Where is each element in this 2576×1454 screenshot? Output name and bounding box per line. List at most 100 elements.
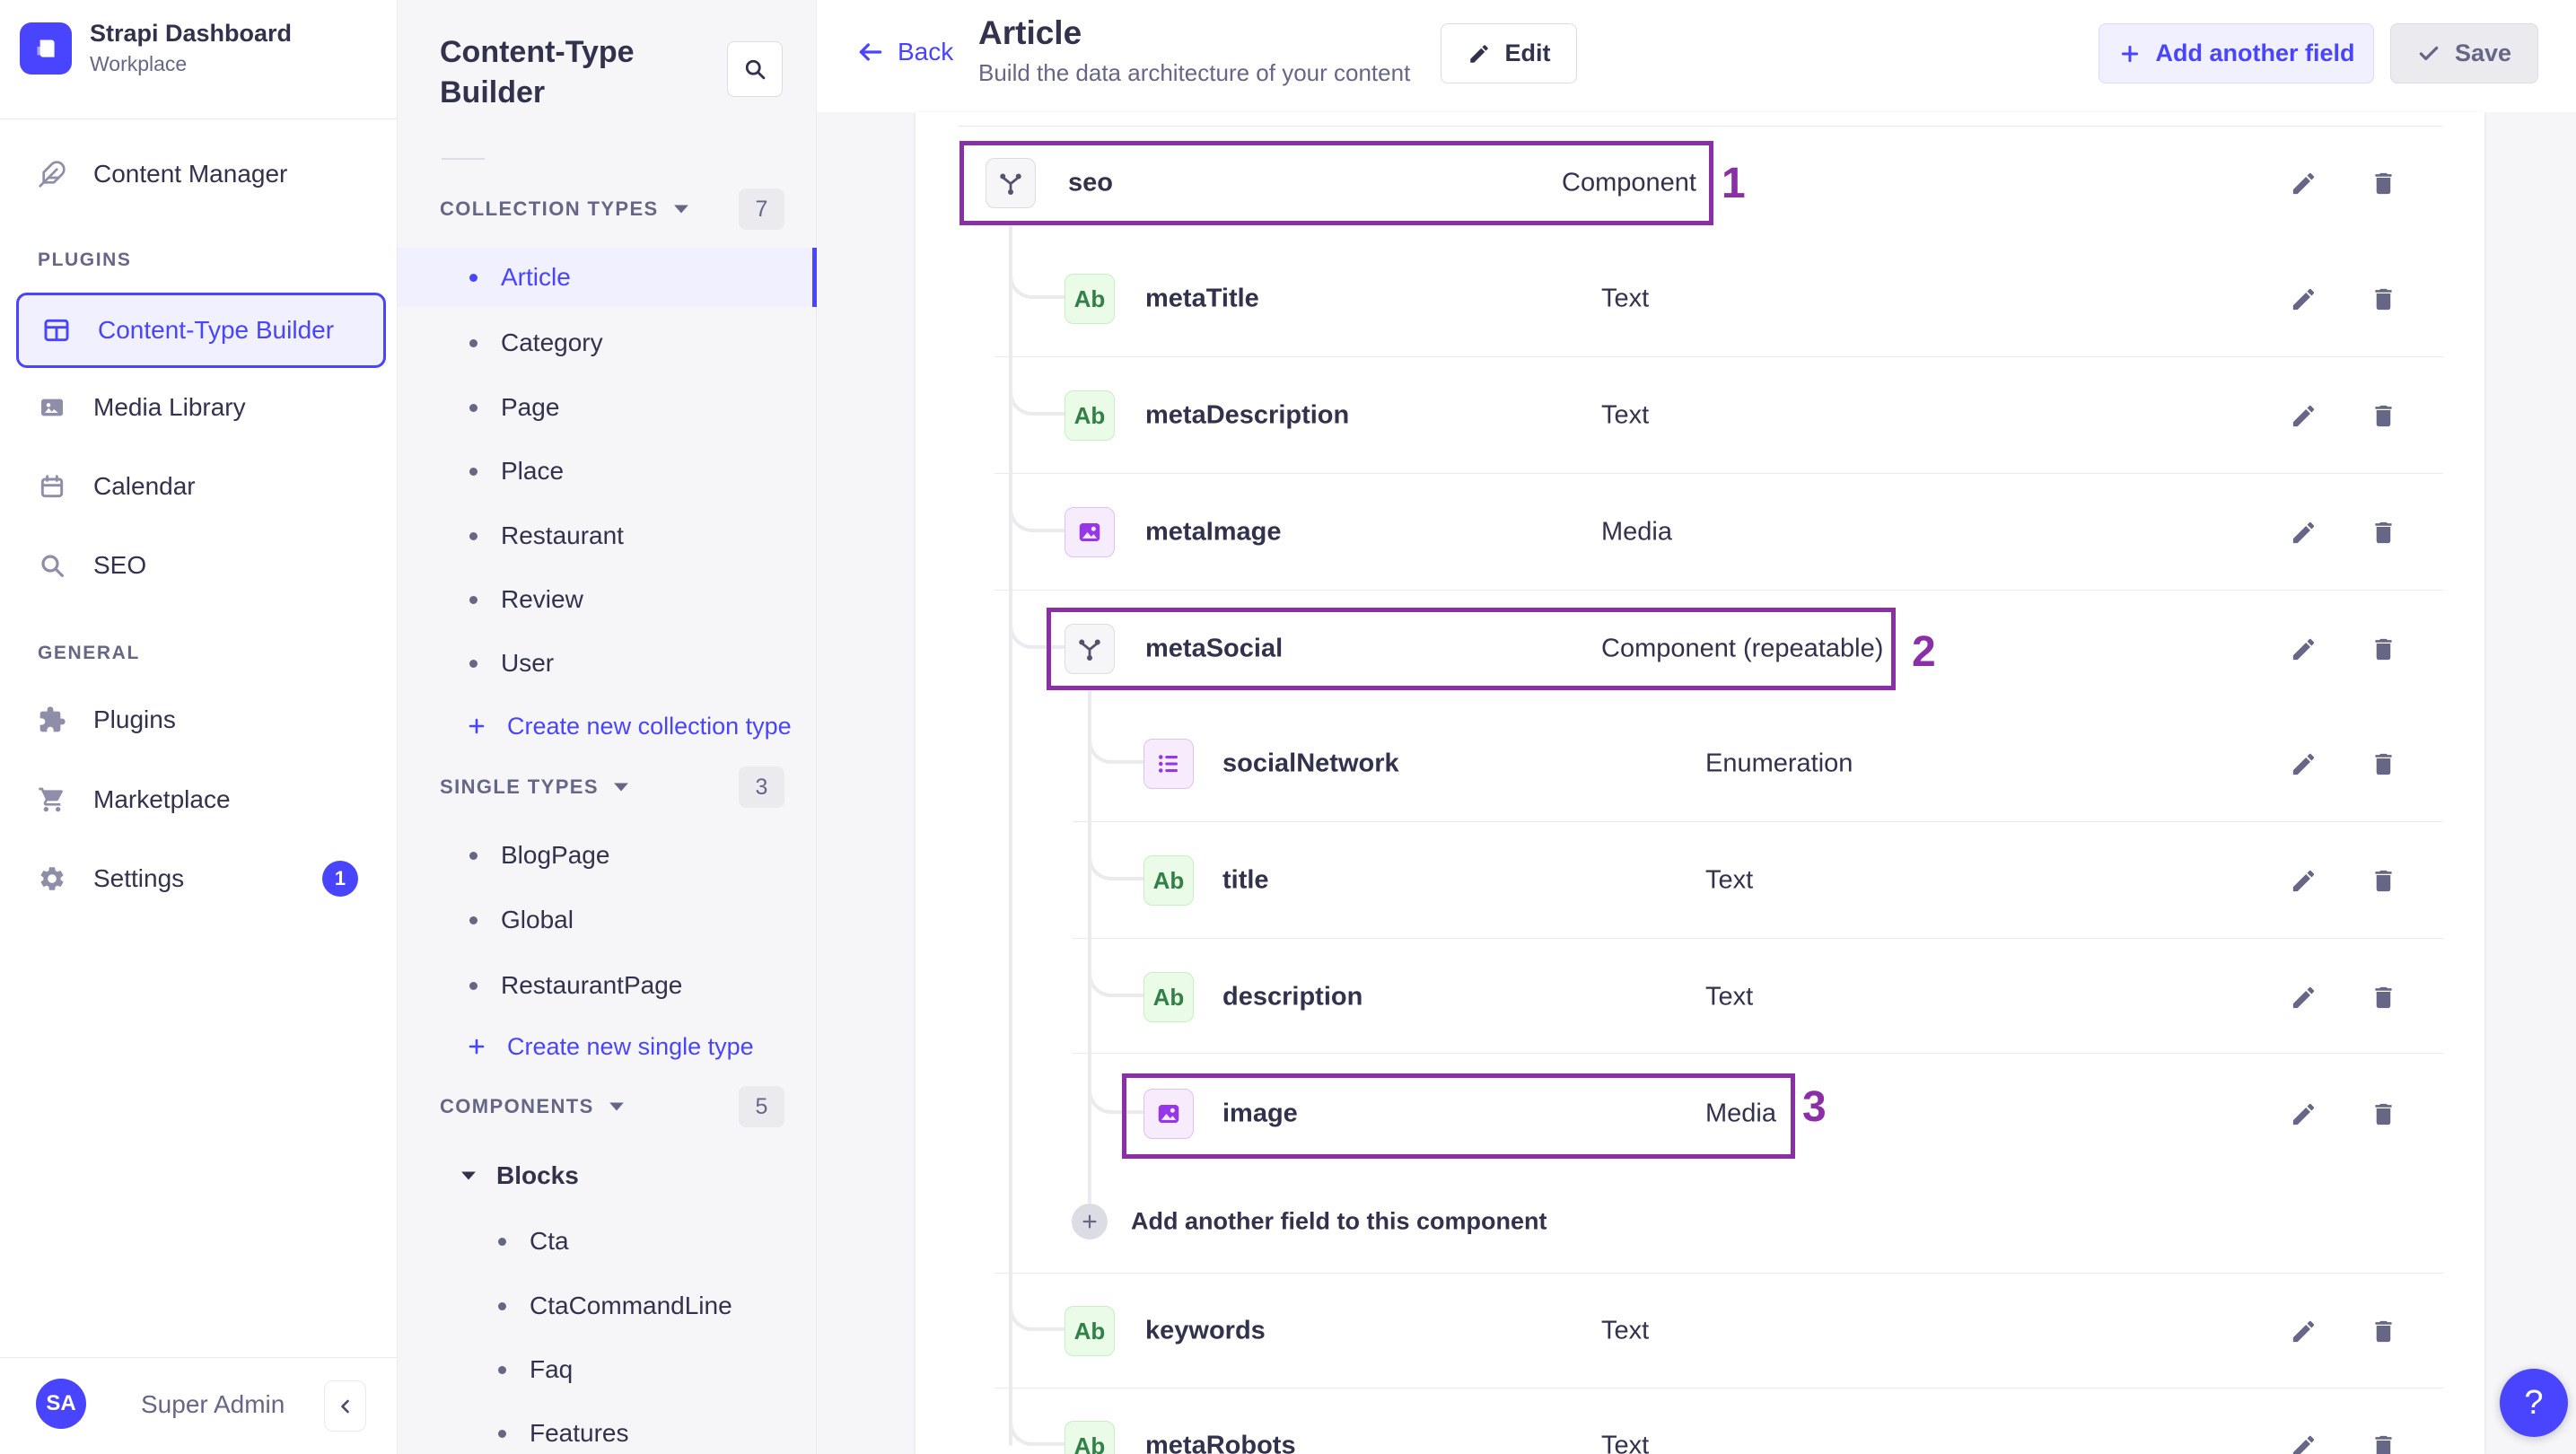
subnav-item-blogpage[interactable]: BlogPage (398, 826, 817, 885)
bullet-icon (469, 467, 478, 476)
caret-down-icon (609, 1102, 624, 1111)
bullet-icon (498, 1301, 506, 1310)
edit-field-button[interactable] (2283, 629, 2323, 669)
edit-field-button[interactable] (2283, 279, 2323, 319)
back-link[interactable]: Back (856, 38, 953, 66)
delete-field-button[interactable] (2363, 629, 2403, 669)
help-button[interactable]: ? (2500, 1369, 2568, 1437)
field-row-image: image Media (916, 1055, 2484, 1172)
field-type: Text (1601, 1431, 1650, 1454)
component-group-blocks[interactable]: Blocks (398, 1146, 817, 1205)
sidebar-item-label: Settings (93, 864, 185, 892)
field-name: image (1222, 1099, 1298, 1128)
search-button[interactable] (727, 41, 783, 97)
trash-icon (2374, 870, 2392, 891)
page-title: Article (978, 14, 1082, 51)
edit-field-button[interactable] (2283, 163, 2323, 203)
subnav-item-category[interactable]: Category (398, 313, 817, 372)
delete-field-button[interactable] (2363, 279, 2403, 319)
sidebar-item-seo[interactable]: SEO (0, 530, 398, 601)
field-row-title: Ab title Text (916, 822, 2484, 939)
subnav-item-features[interactable]: Features (398, 1404, 817, 1454)
delete-field-button[interactable] (2363, 512, 2403, 552)
edit-field-button[interactable] (2283, 396, 2323, 435)
sidebar-item-content-type-builder[interactable]: Content-Type Builder (16, 293, 386, 368)
field-row-metarobots: Ab metaRobots Text (916, 1388, 2484, 1454)
enumeration-field-icon (1143, 739, 1194, 789)
sidebar-item-content-manager[interactable]: Content Manager (0, 138, 398, 210)
puzzle-icon (39, 706, 66, 732)
caret-down-icon (461, 1171, 476, 1180)
sidebar-item-plugins[interactable]: Plugins (0, 684, 398, 756)
sidebar-item-label: Plugins (93, 705, 176, 733)
collapse-sidebar-button[interactable] (324, 1380, 366, 1432)
media-field-icon (1143, 1089, 1194, 1139)
text-field-icon: Ab (1065, 1306, 1115, 1356)
section-single-types[interactable]: SINGLE TYPES (440, 766, 629, 808)
subnav-item-review[interactable]: Review (398, 570, 817, 629)
annotation-number-1: 1 (1722, 160, 1746, 207)
sidebar-item-label: Content-Type Builder (98, 316, 335, 344)
divider (0, 1357, 398, 1358)
subnav-item-global[interactable]: Global (398, 890, 817, 950)
delete-field-button[interactable] (2363, 396, 2403, 435)
single-count-badge: 3 (739, 766, 784, 808)
sidebar-item-label: Media Library (93, 393, 246, 421)
edit-field-button[interactable] (2283, 1426, 2323, 1454)
subnav-item-article[interactable]: Article (398, 248, 817, 307)
subnav-item-page[interactable]: Page (398, 378, 817, 437)
sidebar-item-calendar[interactable]: Calendar (0, 451, 398, 522)
search-icon (745, 59, 766, 80)
trash-icon (2374, 1103, 2392, 1125)
pencil-icon (2292, 405, 2314, 426)
delete-field-button[interactable] (2363, 744, 2403, 784)
edit-field-button[interactable] (2283, 512, 2323, 552)
fields-table: seo Component Ab metaTitle Text Ab metaD… (916, 112, 2484, 1454)
sidebar-section-plugins: PLUGINS (38, 250, 132, 270)
subnav-item-place[interactable]: Place (398, 442, 817, 501)
delete-field-button[interactable] (2363, 977, 2403, 1017)
subnav-item-faq[interactable]: Faq (398, 1340, 817, 1399)
edit-field-button[interactable] (2283, 861, 2323, 900)
bullet-icon (469, 981, 478, 990)
create-single-type-link[interactable]: Create new single type (398, 1020, 817, 1073)
sidebar-item-media-library[interactable]: Media Library (0, 372, 398, 443)
section-collection-types[interactable]: COLLECTION TYPES (440, 188, 689, 230)
add-field-to-component-row[interactable]: Add another field to this component (916, 1163, 2484, 1280)
section-components[interactable]: COMPONENTS (440, 1086, 625, 1127)
edit-button[interactable]: Edit (1441, 23, 1577, 83)
edit-field-button[interactable] (2283, 744, 2323, 784)
save-button[interactable]: Save (2390, 23, 2538, 83)
delete-field-button[interactable] (2363, 163, 2403, 203)
user-name: Super Admin (141, 1390, 285, 1418)
add-another-field-button[interactable]: Add another field (2098, 23, 2374, 83)
subnav-item-restaurantpage[interactable]: RestaurantPage (398, 956, 817, 1015)
delete-field-button[interactable] (2363, 1094, 2403, 1134)
subnav-item-ctacommandline[interactable]: CtaCommandLine (398, 1276, 817, 1336)
edit-field-button[interactable] (2283, 1311, 2323, 1351)
delete-field-button[interactable] (2363, 861, 2403, 900)
subnav-item-restaurant[interactable]: Restaurant (398, 506, 817, 565)
field-row-keywords: Ab keywords Text (916, 1273, 2484, 1389)
subnav-item-cta[interactable]: Cta (398, 1212, 817, 1271)
strapi-logo-icon (20, 22, 72, 74)
user-avatar[interactable]: SA (36, 1379, 86, 1429)
plus-icon (469, 718, 485, 734)
magnifier-icon (41, 555, 64, 577)
section-label: COMPONENTS (440, 1095, 594, 1117)
chevron-left-icon (340, 1399, 349, 1413)
field-row-metadescription: Ab metaDescription Text (916, 357, 2484, 474)
bullet-icon (498, 1429, 506, 1438)
pencil-icon (2292, 521, 2314, 543)
edit-field-button[interactable] (2283, 977, 2323, 1017)
subnav-item-user[interactable]: User (398, 634, 817, 693)
create-collection-type-link[interactable]: Create new collection type (398, 699, 817, 753)
workspace-switcher[interactable]: Strapi Dashboard Workplace (20, 20, 292, 76)
edit-field-button[interactable] (2283, 1094, 2323, 1134)
delete-field-button[interactable] (2363, 1426, 2403, 1454)
text-field-icon: Ab (1065, 1421, 1115, 1454)
sidebar-item-marketplace[interactable]: Marketplace (0, 764, 398, 836)
plus-circle-icon[interactable] (1072, 1204, 1108, 1239)
delete-field-button[interactable] (2363, 1311, 2403, 1351)
text-field-icon: Ab (1143, 855, 1194, 906)
